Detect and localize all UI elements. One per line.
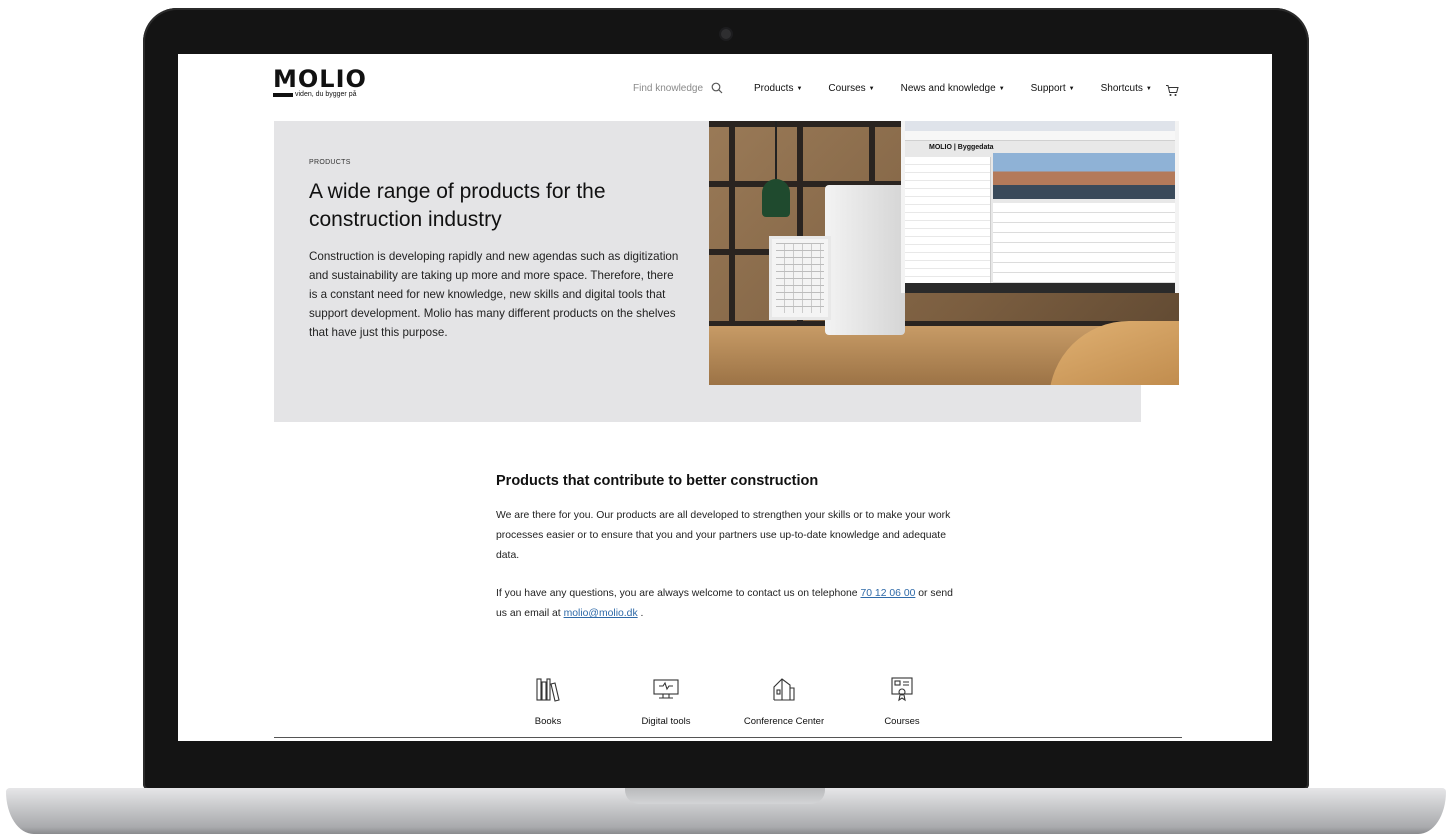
monitor-side	[825, 185, 905, 335]
screen-sidebar	[905, 157, 991, 283]
logo-bar	[273, 93, 293, 97]
lamp-cord	[775, 121, 777, 181]
small-monitor	[769, 236, 831, 320]
nav-label: Courses	[828, 83, 866, 94]
building-icon	[725, 676, 843, 702]
hero-title: A wide range of products for the constru…	[309, 180, 606, 231]
nav-shortcuts[interactable]: Shortcuts ▼	[1101, 83, 1152, 94]
screen-taskbar	[905, 283, 1175, 293]
contact-suffix: .	[637, 608, 644, 619]
screen-photo	[993, 153, 1175, 199]
chevron-down-icon: ▼	[1145, 85, 1152, 92]
category-books[interactable]: Books	[489, 676, 607, 727]
chevron-down-icon: ▼	[1068, 85, 1075, 92]
search-bar[interactable]: Find knowledge	[633, 82, 723, 94]
laptop-notch	[625, 788, 825, 804]
category-courses[interactable]: Courses	[843, 676, 961, 727]
floor-plan	[776, 243, 824, 313]
chevron-down-icon: ▼	[998, 85, 1005, 92]
laptop-frame: MOLIO viden, du bygger på Find knowledge…	[0, 0, 1453, 834]
hero-body: Construction is developing rapidly and n…	[309, 250, 679, 339]
section-body: We are there for you. Our products are a…	[496, 510, 951, 561]
pendant-lamp	[762, 179, 790, 217]
product-categories: Books Digital tools Conference Center Co…	[498, 676, 944, 736]
search-icon[interactable]	[711, 82, 723, 94]
chevron-down-icon: ▼	[868, 85, 875, 92]
category-label: Courses	[884, 716, 920, 727]
section-title: Products that contribute to better const…	[496, 473, 819, 489]
contact-prefix: If you have any questions, you are alway…	[496, 588, 861, 599]
nav-support[interactable]: Support ▼	[1031, 83, 1075, 94]
certificate-icon	[843, 676, 961, 702]
browser-screen: MOLIO viden, du bygger på Find knowledge…	[178, 54, 1272, 741]
main-nav: Products ▼ Courses ▼ News and knowledge ▼ S…	[754, 83, 1152, 94]
screen-toolbar	[905, 131, 1175, 141]
screen-logo: MOLIO | Byggedata	[929, 144, 994, 151]
hero-eyebrow: PRODUCTS	[309, 159, 351, 166]
email-link[interactable]: molio@molio.dk	[564, 608, 638, 619]
contact-paragraph: If you have any questions, you are alway…	[496, 584, 966, 624]
phone-link[interactable]: 70 12 06 00	[860, 588, 915, 599]
nav-label: News and knowledge	[900, 83, 996, 94]
nav-news-and-knowledge[interactable]: News and knowledge ▼	[901, 83, 1005, 94]
divider	[274, 737, 1182, 738]
category-label: Digital tools	[641, 716, 691, 727]
nav-label: Products	[754, 83, 794, 94]
logo-wordmark: MOLIO	[273, 65, 367, 93]
chevron-down-icon: ▼	[796, 85, 803, 92]
nav-products[interactable]: Products ▼	[754, 83, 802, 94]
category-label: Conference Center	[743, 716, 825, 727]
category-conference-center[interactable]: Conference Center	[725, 676, 843, 727]
search-input[interactable]: Find knowledge	[633, 83, 703, 94]
molio-logo[interactable]: MOLIO viden, du bygger på	[273, 65, 367, 98]
category-label: Books	[534, 716, 562, 727]
cart-icon[interactable]	[1165, 84, 1179, 102]
nav-courses[interactable]: Courses ▼	[828, 83, 874, 94]
logo-tagline: viden, du bygger på	[295, 91, 357, 98]
category-digital-tools[interactable]: Digital tools	[607, 676, 725, 727]
books-icon	[489, 676, 607, 702]
screen-tabbar	[905, 121, 1175, 131]
nav-label: Shortcuts	[1100, 83, 1143, 94]
monitor-icon	[607, 676, 725, 702]
nav-label: Support	[1030, 83, 1066, 94]
hero-image: MOLIO | Byggedata	[709, 121, 1179, 385]
screen-table	[993, 203, 1175, 283]
webcam	[721, 29, 731, 39]
large-monitor: MOLIO | Byggedata	[901, 121, 1179, 293]
